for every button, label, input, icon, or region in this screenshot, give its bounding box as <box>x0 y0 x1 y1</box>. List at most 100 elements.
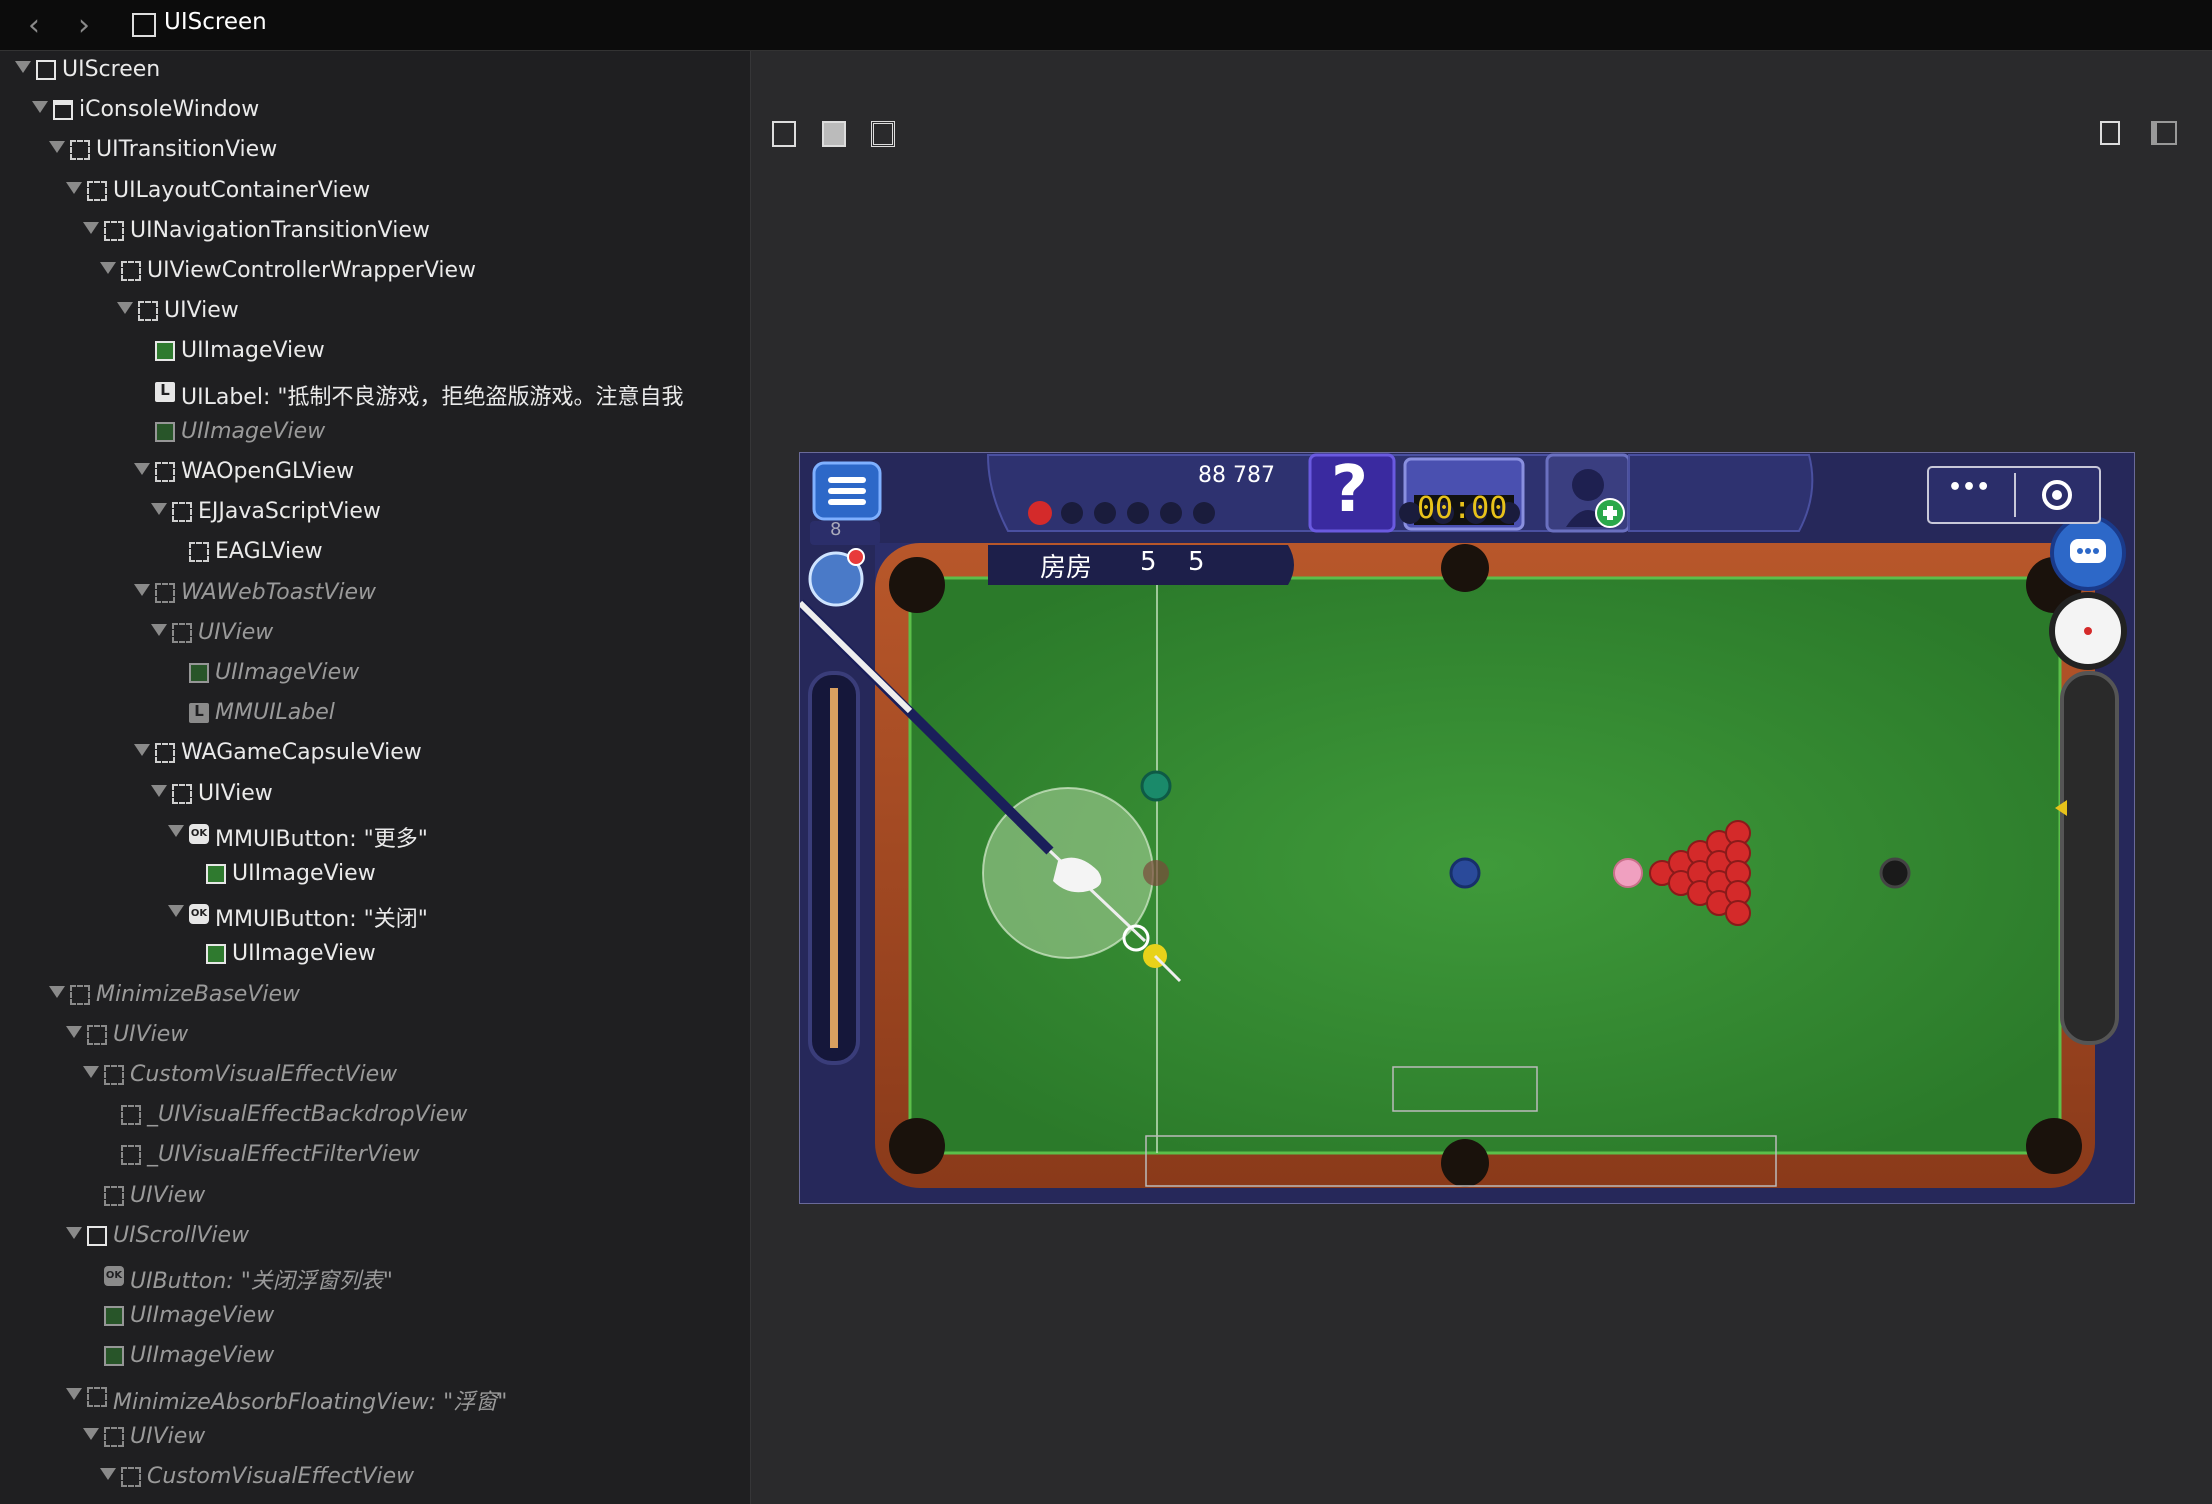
tree-row[interactable]: WAWebToastView <box>0 574 750 614</box>
tree-row[interactable]: UIScrollView <box>0 1217 750 1257</box>
tree-row[interactable]: UINavigationTransitionView <box>0 212 750 252</box>
disclosure-triangle-icon[interactable] <box>134 583 150 596</box>
tree-row[interactable]: UIViewControllerWrapperView <box>0 252 750 292</box>
help-question-icon[interactable]: ? <box>1331 453 1368 527</box>
device-frame-icon[interactable] <box>2100 121 2120 145</box>
pot-slot <box>1193 502 1215 524</box>
tree-row[interactable]: L UILabel: "抵制不良游戏，拒绝盗版游戏。注意自我 <box>0 373 750 413</box>
tree-row[interactable]: iConsoleWindow <box>0 91 750 131</box>
tree-row[interactable]: MinimizeAbsorbFloatingView: "浮窗" <box>0 1378 750 1418</box>
tree-row[interactable]: L MMUILabel <box>0 694 750 734</box>
tree-row[interactable]: EAGLView <box>0 533 750 573</box>
forward-chevron-icon[interactable]: › <box>78 8 90 43</box>
tree-row[interactable]: UIScreen <box>0 51 750 91</box>
pot-slot <box>1061 502 1083 524</box>
tree-row-label: WAWebToastView <box>181 579 377 605</box>
top-toolbar: ‹ › UIScreen <box>0 0 2212 51</box>
game-snapshot[interactable]: 88 787 ? 00:00 ••• 房房 5 5 8 <box>799 452 2135 1204</box>
tree-row[interactable]: OK UIButton: "关闭浮窗列表" <box>0 1257 750 1297</box>
disclosure-triangle-icon[interactable] <box>66 1387 82 1400</box>
disclosure-triangle-icon[interactable] <box>83 1427 99 1440</box>
disclosure-triangle-icon[interactable] <box>168 824 184 837</box>
tree-row[interactable]: UILayoutContainerView <box>0 172 750 212</box>
disclosure-triangle-icon[interactable] <box>100 1468 116 1480</box>
tree-row[interactable]: WAOpenGLView <box>0 453 750 493</box>
tree-row[interactable]: WAGameCapsuleView <box>0 734 750 774</box>
tree-row[interactable]: UIView <box>0 1418 750 1458</box>
tree-row[interactable]: OK MMUIButton: "关闭" <box>0 895 750 935</box>
disclosure-triangle-icon[interactable] <box>168 905 184 918</box>
dash-view-icon <box>104 1426 124 1447</box>
breadcrumb-title[interactable]: UIScreen <box>164 9 267 35</box>
dash-view-icon <box>87 1024 107 1045</box>
tree-row[interactable]: UIView <box>0 1177 750 1217</box>
disclosure-triangle-icon[interactable] <box>83 221 99 234</box>
tree-row[interactable]: UIImageView <box>0 1297 750 1337</box>
tree-row-label: UIView <box>164 298 239 324</box>
wireframe-mode-icon[interactable] <box>772 121 796 147</box>
dash-view-icon <box>104 220 124 241</box>
tree-row[interactable]: UIImageView <box>0 654 750 694</box>
tree-row[interactable]: UIImageView <box>0 935 750 975</box>
disclosure-triangle-icon[interactable] <box>32 101 48 114</box>
tree-row-label: MMUIButton: "关闭" <box>215 907 428 933</box>
tree-row[interactable]: OK MMUIButton: "更多" <box>0 815 750 855</box>
ball-blue <box>1449 857 1481 889</box>
pocket-bottom-left <box>889 1118 945 1174</box>
tree-row[interactable]: UITransitionView <box>0 131 750 171</box>
player-score: 88 787 <box>1198 463 1275 488</box>
disclosure-triangle-icon[interactable] <box>15 61 31 73</box>
more-dots-icon[interactable]: ••• <box>1948 475 1990 500</box>
disclosure-triangle-icon[interactable] <box>49 141 65 154</box>
disclosure-triangle-icon[interactable] <box>151 503 167 516</box>
tree-row[interactable]: UIView <box>0 614 750 654</box>
tree-row-label: iConsoleWindow <box>79 97 260 123</box>
disclosure-triangle-icon[interactable] <box>151 623 167 636</box>
tree-row[interactable]: _UIVisualEffectBackdropView <box>0 1096 750 1136</box>
image-view-icon <box>206 864 226 884</box>
dash-view-icon <box>87 1386 107 1407</box>
tree-row-label: UIButton: "关闭浮窗列表" <box>130 1269 393 1294</box>
tree-row-label: UINavigationTransitionView <box>130 217 430 243</box>
tree-row[interactable]: _UIVisualEffectFilterView <box>0 1136 750 1176</box>
disclosure-triangle-icon[interactable] <box>134 744 150 757</box>
tree-row-label: UIViewControllerWrapperView <box>147 258 477 283</box>
disclosure-triangle-icon[interactable] <box>66 1226 82 1239</box>
dash-view-icon <box>121 1105 141 1126</box>
tree-row-label: UIImageView <box>215 660 360 685</box>
tree-row[interactable]: EJJavaScriptView <box>0 493 750 533</box>
tree-row[interactable]: CustomVisualEffectView <box>0 1458 750 1498</box>
tree-row[interactable]: UIImageView <box>0 1337 750 1377</box>
dash-view-icon <box>121 1145 141 1166</box>
tree-row[interactable]: UIView <box>0 1016 750 1056</box>
pocket-bottom-middle <box>1441 1139 1489 1187</box>
tree-row-label: UIView <box>198 619 274 645</box>
disclosure-triangle-icon[interactable] <box>66 1025 82 1038</box>
spin-wheel <box>2060 671 2119 1045</box>
disclosure-triangle-icon[interactable] <box>100 262 116 274</box>
back-chevron-icon[interactable]: ‹ <box>28 8 40 43</box>
disclosure-triangle-icon[interactable] <box>66 181 82 194</box>
label-view-icon: L <box>155 381 175 402</box>
tree-row-label: WAGameCapsuleView <box>181 740 422 766</box>
inspector-panel-icon[interactable] <box>2151 121 2177 145</box>
tree-row[interactable]: UIImageView <box>0 855 750 895</box>
disclosure-triangle-icon[interactable] <box>49 985 65 998</box>
tree-row[interactable]: UIView <box>0 292 750 332</box>
tree-row[interactable]: CustomVisualEffectView <box>0 1056 750 1096</box>
tree-row[interactable]: UIImageView <box>0 332 750 372</box>
combined-mode-icon[interactable] <box>871 121 895 147</box>
tree-row-label: UILayoutContainerView <box>113 177 371 203</box>
disclosure-triangle-icon[interactable] <box>134 463 150 475</box>
room-score-a: 5 <box>1140 547 1157 577</box>
dash-view-icon <box>87 180 107 201</box>
content-mode-icon[interactable] <box>822 121 846 147</box>
disclosure-triangle-icon[interactable] <box>83 1066 99 1078</box>
disclosure-triangle-icon[interactable] <box>117 302 133 315</box>
tree-row[interactable]: UIImageView <box>0 413 750 453</box>
tree-row[interactable]: MinimizeBaseView <box>0 976 750 1016</box>
image-view-icon <box>155 341 175 362</box>
disclosure-triangle-icon[interactable] <box>151 784 167 797</box>
tree-row[interactable]: UIView <box>0 775 750 815</box>
tree-row-label: UIImageView <box>232 861 376 886</box>
